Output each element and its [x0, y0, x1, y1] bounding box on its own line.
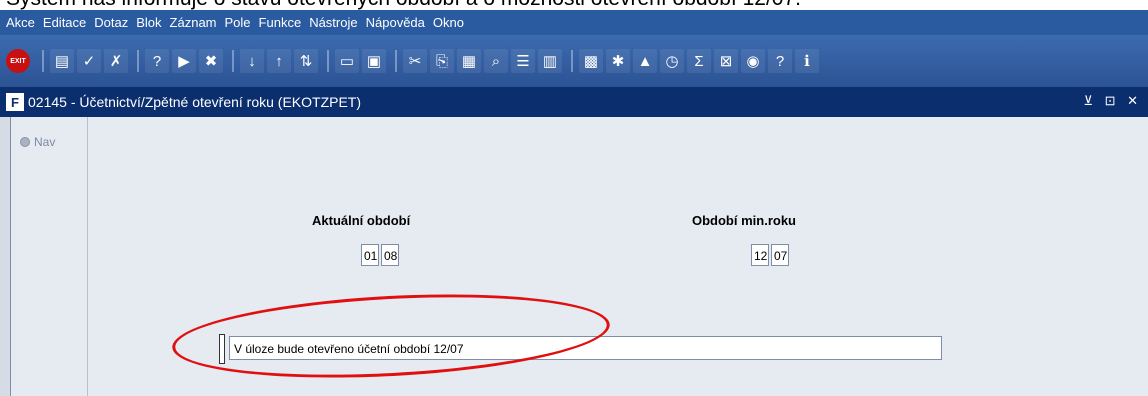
window-title: 02145 - Účetnictví/Zpětné otevření roku …	[28, 94, 362, 110]
info-icon[interactable]: ℹ	[795, 49, 819, 73]
list-icon[interactable]: ☰	[511, 49, 535, 73]
toolbar-separator	[571, 50, 573, 72]
menu-akce[interactable]: Akce	[6, 15, 35, 30]
clear-icon[interactable]: ✗	[104, 49, 128, 73]
delete-record-icon[interactable]: ✖	[199, 49, 223, 73]
print-preview-icon[interactable]: ▣	[362, 49, 386, 73]
menu-bar: Akce Editace Dotaz Blok Záznam Pole Funk…	[0, 10, 1148, 35]
excel-icon[interactable]: ⊠	[714, 49, 738, 73]
window-controls[interactable]: ⊻ ⊡ ✕	[1083, 93, 1142, 109]
clock-icon[interactable]: ◷	[660, 49, 684, 73]
menu-editace[interactable]: Editace	[43, 15, 86, 30]
browser-icon[interactable]: ◉	[741, 49, 765, 73]
help-icon[interactable]: ?	[768, 49, 792, 73]
columns-icon[interactable]: ▥	[538, 49, 562, 73]
filter-icon[interactable]: ⇅	[294, 49, 318, 73]
nav-label: Nav	[34, 135, 56, 149]
window-titlebar: F 02145 - Účetnictví/Zpětné otevření rok…	[0, 87, 1148, 117]
toolbar-separator	[137, 50, 139, 72]
copy-icon[interactable]: ⎘	[430, 49, 454, 73]
menu-zaznam[interactable]: Záznam	[170, 15, 217, 30]
radio-icon[interactable]	[20, 137, 30, 147]
current-period-label: Aktuální období	[312, 213, 411, 228]
menu-blok[interactable]: Blok	[136, 15, 161, 30]
nav-option[interactable]: Nav	[20, 135, 55, 149]
accept-icon[interactable]: ✓	[77, 49, 101, 73]
find-icon[interactable]: ⌕	[484, 49, 508, 73]
cut-icon[interactable]: ✂	[403, 49, 427, 73]
paste-icon[interactable]: ▦	[457, 49, 481, 73]
execute-query-icon[interactable]: ▶	[172, 49, 196, 73]
app-logo-icon: F	[6, 93, 24, 111]
min-year-period-label: Období min.roku	[692, 213, 796, 228]
menu-funkce[interactable]: Funkce	[259, 15, 302, 30]
menu-pole[interactable]: Pole	[225, 15, 251, 30]
menu-nastroje[interactable]: Nástroje	[309, 15, 357, 30]
export-icon[interactable]: ▩	[579, 49, 603, 73]
save-icon[interactable]: ▤	[50, 49, 74, 73]
toolbar-separator	[395, 50, 397, 72]
settings-icon[interactable]: ✱	[606, 49, 630, 73]
menu-napoveda[interactable]: Nápověda	[366, 15, 425, 30]
menu-dotaz[interactable]: Dotaz	[94, 15, 128, 30]
chart-icon[interactable]: ▲	[633, 49, 657, 73]
sort-asc-icon[interactable]: ↓	[240, 49, 264, 73]
current-period-month-field[interactable]: 01	[361, 244, 379, 266]
left-panel	[10, 117, 88, 396]
toolbar-separator	[232, 50, 234, 72]
print-icon[interactable]: ▭	[335, 49, 359, 73]
query-icon[interactable]: ?	[145, 49, 169, 73]
sum-icon[interactable]: Σ	[687, 49, 711, 73]
sort-desc-icon[interactable]: ↑	[267, 49, 291, 73]
toolbar-separator	[327, 50, 329, 72]
min-year-period-year-field[interactable]: 07	[771, 244, 789, 266]
menu-okno[interactable]: Okno	[433, 15, 464, 30]
current-period-year-field[interactable]: 08	[381, 244, 399, 266]
toolbar: EXIT ▤ ✓ ✗ ? ▶ ✖ ↓ ↑ ⇅ ▭ ▣ ✂ ⎘ ▦ ⌕ ☰ ▥ ▩…	[0, 35, 1148, 87]
toolbar-separator	[42, 50, 44, 72]
min-year-period-month-field[interactable]: 12	[751, 244, 769, 266]
exit-button[interactable]: EXIT	[6, 49, 30, 73]
